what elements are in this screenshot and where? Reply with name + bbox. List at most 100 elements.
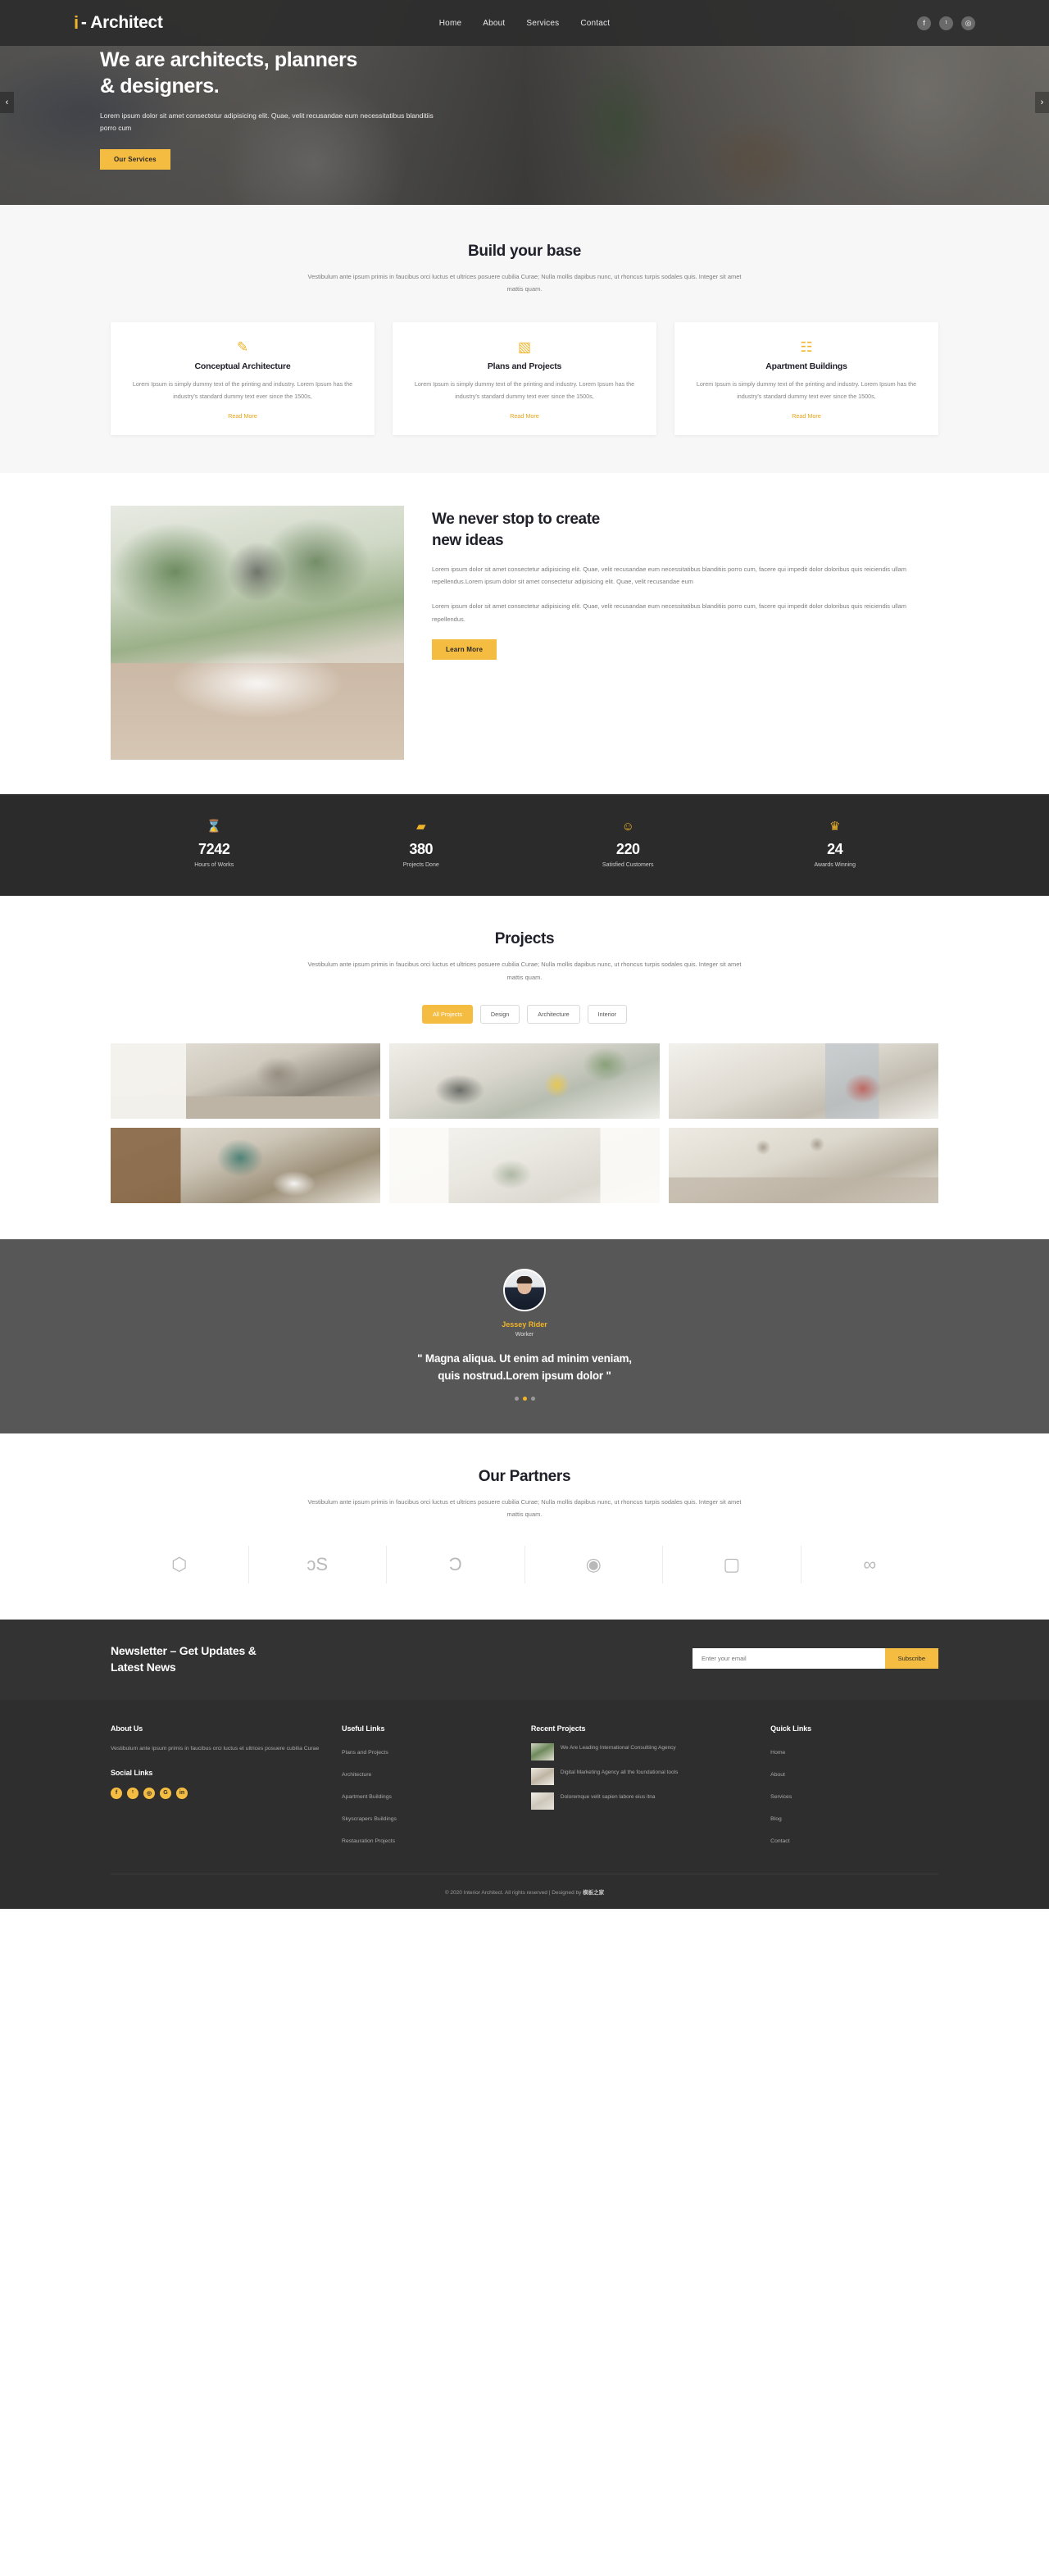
stat-item: ☺ 220 Satisfied Customers <box>524 819 732 868</box>
service-card[interactable]: ✎ Conceptual Architecture Lorem Ipsum is… <box>111 321 375 436</box>
avatar <box>503 1269 546 1312</box>
newsletter-title-line1: Newsletter – Get Updates & <box>111 1643 257 1657</box>
hero-cta-button[interactable]: Our Services <box>100 149 170 170</box>
stats-section: ⌛ 7242 Hours of Works ▰ 380 Projects Don… <box>0 794 1049 897</box>
facebook-icon[interactable]: f <box>917 16 931 30</box>
droplet-logo[interactable]: ◉ <box>525 1545 663 1583</box>
box-logo[interactable]: ▢ <box>663 1545 802 1583</box>
diamond-cube-logo[interactable]: ⬡ <box>111 1545 249 1583</box>
list-item: Services <box>770 1788 938 1802</box>
hero-title-line1: We are architects, planners <box>100 48 357 71</box>
recent-project-text: We Are Leading International Consultiing… <box>560 1745 676 1751</box>
newsletter-title-line2: Latest News <box>111 1660 176 1674</box>
service-read-more-link[interactable]: Read More <box>228 412 257 420</box>
services-section: Build your base Vestibulum ante ipsum pr… <box>0 205 1049 474</box>
footer-link-plans-projects[interactable]: Plans and Projects <box>342 1750 388 1756</box>
site-header: i - Architect Home About Services Contac… <box>0 0 1049 46</box>
services-subtitle: Vestibulum ante ipsum primis in faucibus… <box>307 273 742 293</box>
blueprint-icon: ▧ <box>517 338 532 355</box>
ideas-learn-more-button[interactable]: Learn More <box>432 638 497 660</box>
partners-subtitle: Vestibulum ante ipsum primis in faucibus… <box>307 1497 742 1519</box>
testimonial-dot-1[interactable] <box>514 1396 519 1401</box>
footer-link-about[interactable]: About <box>770 1772 785 1778</box>
infinity-logo[interactable]: ∞ <box>802 1546 939 1583</box>
footer-link-services[interactable]: Services <box>770 1794 792 1800</box>
service-card-text: Lorem Ipsum is simply dummy text of the … <box>414 379 635 400</box>
stat-number: 24 <box>827 841 843 858</box>
nav-item-contact[interactable]: Contact <box>580 19 610 28</box>
footer-quick-heading: Quick Links <box>770 1724 812 1733</box>
project-thumbnail[interactable] <box>668 1128 938 1204</box>
footer-quick-links-column: Quick Links Home About Services Blog Con… <box>770 1724 938 1854</box>
twitter-icon[interactable]: ᵗ <box>939 16 953 30</box>
building-icon: ☷ <box>800 338 813 355</box>
service-card-title: Conceptual Architecture <box>194 361 291 371</box>
service-card-text: Lorem Ipsum is simply dummy text of the … <box>696 379 917 400</box>
stat-item: ⌛ 7242 Hours of Works <box>111 819 318 868</box>
project-thumbnail[interactable] <box>111 1043 381 1120</box>
footer-link-restauration-projects[interactable]: Restauration Projects <box>342 1838 395 1844</box>
newsletter-section: Newsletter – Get Updates & Latest News S… <box>0 1619 1049 1701</box>
testimonial-dot-2[interactable] <box>522 1396 527 1401</box>
footer-useful-links-column: Useful Links Plans and Projects Architec… <box>342 1724 510 1854</box>
newsletter-subscribe-button[interactable]: Subscribe <box>884 1648 938 1670</box>
nav-item-home[interactable]: Home <box>439 19 461 28</box>
list-item: Restauration Projects <box>342 1832 510 1847</box>
service-read-more-link[interactable]: Read More <box>510 412 539 420</box>
hero-title: We are architects, planners & designers. <box>100 47 559 99</box>
list-item: Skyscrapers Buildings <box>342 1810 510 1824</box>
stat-item: ▰ 380 Projects Done <box>318 819 525 868</box>
recent-project-item[interactable]: Digital Marketing Agency all the foundat… <box>530 1768 749 1786</box>
hero-prev-arrow[interactable]: ‹ <box>0 92 14 113</box>
paintbrush-icon: ✎ <box>236 338 249 355</box>
recent-project-item[interactable]: Doloremque velit sapien labore eius itna <box>530 1792 749 1810</box>
stat-label: Hours of Works <box>194 862 234 869</box>
footer-recent-heading: Recent Projects <box>530 1724 586 1733</box>
twitter-icon[interactable]: ᵗ <box>127 1787 139 1799</box>
project-thumbnail[interactable] <box>111 1128 381 1204</box>
instagram-icon[interactable]: ◎ <box>143 1787 155 1799</box>
google-plus-icon[interactable]: G <box>160 1787 171 1799</box>
project-thumbnail[interactable] <box>389 1043 660 1120</box>
filter-interior[interactable]: Interior <box>587 1005 628 1024</box>
recent-project-item[interactable]: We Are Leading International Consultiing… <box>530 1743 749 1761</box>
testimonial-dot-3[interactable] <box>530 1396 535 1401</box>
linkedin-icon[interactable]: in <box>176 1787 188 1799</box>
projects-filter-bar: All Projects Design Architecture Interio… <box>111 1005 938 1024</box>
footer-link-home[interactable]: Home <box>770 1750 785 1756</box>
hero-next-arrow[interactable]: › <box>1035 92 1049 113</box>
footer-link-contact[interactable]: Contact <box>770 1838 789 1844</box>
hero-paragraph: Lorem ipsum dolor sit amet consectetur a… <box>100 111 434 132</box>
service-card-text: Lorem Ipsum is simply dummy text of the … <box>132 379 353 400</box>
project-thumb-2 <box>530 1768 554 1786</box>
service-card[interactable]: ▧ Plans and Projects Lorem Ipsum is simp… <box>393 321 656 436</box>
footer-link-architecture[interactable]: Architecture <box>342 1772 371 1778</box>
footer-link-blog[interactable]: Blog <box>770 1816 782 1822</box>
footer-recent-projects-column: Recent Projects We Are Leading Internati… <box>530 1724 749 1854</box>
footer-link-apartment-buildings[interactable]: Apartment Buildings <box>342 1794 392 1800</box>
project-thumbnail[interactable] <box>389 1128 660 1204</box>
service-card[interactable]: ☷ Apartment Buildings Lorem Ipsum is sim… <box>674 321 938 436</box>
footer-link-skyscrapers-buildings[interactable]: Skyscrapers Buildings <box>342 1816 397 1822</box>
brand-logo[interactable]: i - Architect <box>74 13 320 33</box>
lastfm-logo[interactable]: ɔS <box>249 1545 387 1583</box>
filter-design[interactable]: Design <box>479 1005 520 1024</box>
hero-title-line2: & designers. <box>100 74 220 98</box>
footer-useful-list: Plans and Projects Architecture Apartmen… <box>342 1743 510 1847</box>
newsletter-email-input[interactable] <box>693 1648 885 1670</box>
list-item: Architecture <box>342 1765 510 1780</box>
nav-item-services[interactable]: Services <box>526 19 559 28</box>
main-nav: Home About Services Contact <box>320 19 729 28</box>
stat-number: 380 <box>409 841 434 858</box>
filter-architecture[interactable]: Architecture <box>527 1005 580 1024</box>
service-card-title: Apartment Buildings <box>765 361 847 371</box>
instagram-icon[interactable]: ◎ <box>961 16 975 30</box>
swirl-c-logo[interactable]: Ɔ <box>387 1545 525 1583</box>
project-thumbnail[interactable] <box>668 1043 938 1120</box>
newsletter-title: Newsletter – Get Updates & Latest News <box>111 1642 257 1676</box>
ideas-image <box>111 506 404 761</box>
service-read-more-link[interactable]: Read More <box>792 412 821 420</box>
facebook-icon[interactable]: f <box>111 1787 122 1799</box>
filter-all-projects[interactable]: All Projects <box>421 1005 473 1024</box>
nav-item-about[interactable]: About <box>483 19 505 28</box>
